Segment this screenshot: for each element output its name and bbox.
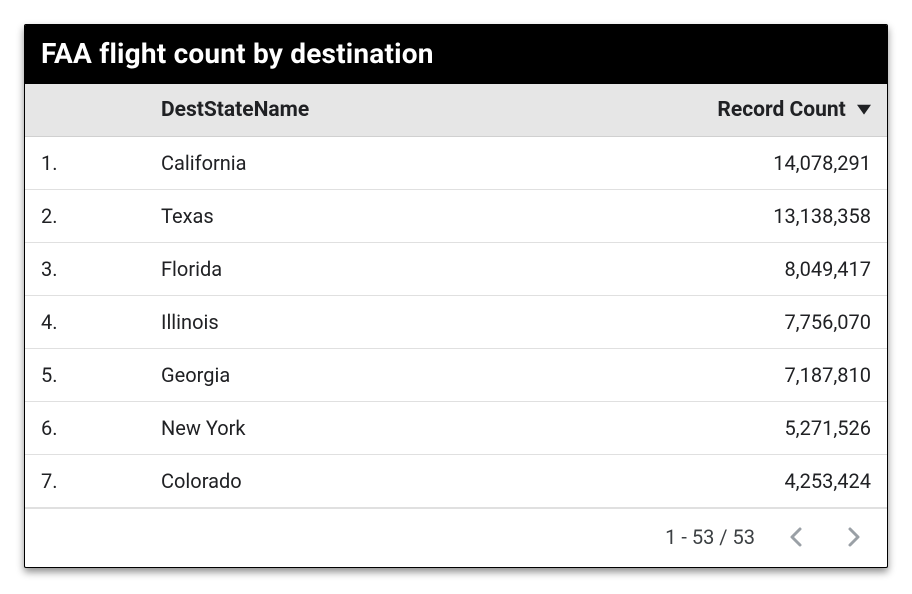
row-count: 8,049,417 [511,243,887,296]
table-row[interactable]: 7.Colorado4,253,424 [25,455,887,508]
next-page-button[interactable] [839,521,867,553]
row-rank: 1. [25,137,145,190]
row-state: Florida [145,243,511,296]
pagination-range: 1 - 53 / 53 [665,525,755,549]
row-count: 14,078,291 [511,137,887,190]
table-row[interactable]: 4.Illinois7,756,070 [25,296,887,349]
data-table-card: FAA flight count by destination DestStat… [24,24,888,568]
card-title: FAA flight count by destination [25,25,887,84]
column-header-count[interactable]: Record Count [511,84,887,137]
table-row[interactable]: 3.Florida8,049,417 [25,243,887,296]
sort-desc-icon [857,98,871,122]
table-header-row: DestStateName Record Count [25,84,887,137]
row-rank: 6. [25,402,145,455]
row-rank: 3. [25,243,145,296]
table-row[interactable]: 1.California14,078,291 [25,137,887,190]
row-rank: 4. [25,296,145,349]
row-state: Texas [145,190,511,243]
row-state: Colorado [145,455,511,508]
row-state: Illinois [145,296,511,349]
table-row[interactable]: 6.New York5,271,526 [25,402,887,455]
row-rank: 5. [25,349,145,402]
row-count: 13,138,358 [511,190,887,243]
chevron-left-icon [787,525,807,549]
table-footer: 1 - 53 / 53 [25,508,887,567]
pager [783,521,867,553]
row-state: Georgia [145,349,511,402]
prev-page-button[interactable] [783,521,811,553]
table-row[interactable]: 2.Texas13,138,358 [25,190,887,243]
column-header-state[interactable]: DestStateName [145,84,511,137]
row-count: 4,253,424 [511,455,887,508]
data-table: DestStateName Record Count 1.California1… [25,84,887,508]
row-count: 7,187,810 [511,349,887,402]
row-rank: 2. [25,190,145,243]
row-rank: 7. [25,455,145,508]
table-row[interactable]: 5.Georgia7,187,810 [25,349,887,402]
row-count: 5,271,526 [511,402,887,455]
row-count: 7,756,070 [511,296,887,349]
chevron-right-icon [843,525,863,549]
column-header-rank[interactable] [25,84,145,137]
row-state: New York [145,402,511,455]
row-state: California [145,137,511,190]
column-header-count-label: Record Count [717,98,845,122]
